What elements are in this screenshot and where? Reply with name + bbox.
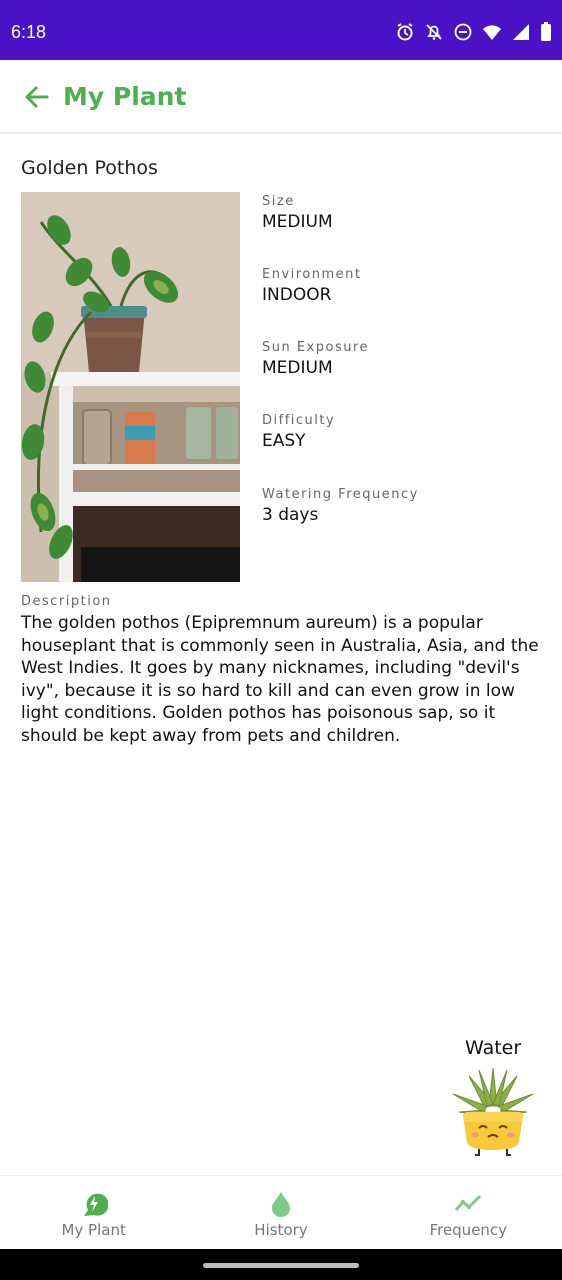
attr-value: EASY (262, 431, 306, 451)
nav-item-frequency[interactable]: Frequency (375, 1176, 562, 1249)
description-label: Description (21, 594, 112, 609)
attr-label: Sun Exposure (262, 340, 370, 355)
nav-item-my-plant[interactable]: My Plant (0, 1176, 187, 1249)
nav-item-history[interactable]: History (187, 1176, 374, 1249)
status-time: 6:18 (11, 22, 47, 42)
status-icons (395, 22, 552, 42)
nav-label: History (254, 1221, 308, 1239)
nav-label: Frequency (429, 1221, 508, 1239)
notifications-off-icon (424, 22, 444, 42)
bottom-navigation: My Plant History Frequency (0, 1175, 562, 1249)
home-gesture-handle[interactable] (203, 1263, 359, 1268)
attr-label: Environment (262, 267, 362, 282)
signal-icon (511, 22, 531, 42)
attr-size: Size MEDIUM (262, 194, 542, 232)
do-not-disturb-icon (453, 22, 473, 42)
alarm-icon (395, 22, 415, 42)
arrow-back-icon (25, 86, 49, 108)
description-text: The golden pothos (Epipremnum aureum) is… (21, 613, 539, 746)
battery-icon (540, 22, 552, 42)
back-button[interactable] (22, 82, 52, 112)
attr-value: MEDIUM (262, 212, 333, 232)
plant-photo (21, 192, 240, 582)
attr-label: Watering Frequency (262, 487, 419, 502)
nav-label: My Plant (61, 1221, 126, 1239)
attr-label: Difficulty (262, 413, 336, 428)
system-gesture-bar (0, 1249, 562, 1280)
status-bar: 6:18 (0, 0, 562, 60)
wifi-icon (482, 22, 502, 42)
attr-value: 3 days (262, 505, 319, 525)
app-bar: My Plant (0, 60, 562, 134)
attr-difficulty: Difficulty EASY (262, 413, 542, 451)
page-title: My Plant (63, 82, 187, 111)
attr-value: MEDIUM (262, 358, 333, 378)
trend-line-icon (454, 1190, 482, 1218)
pineapple-mascot-icon (452, 1067, 534, 1156)
attr-value: INDOOR (262, 285, 332, 305)
water-drop-icon (267, 1190, 295, 1218)
attr-environment: Environment INDOOR (262, 267, 542, 305)
attr-sun-exposure: Sun Exposure MEDIUM (262, 340, 542, 378)
plant-bolt-icon (80, 1190, 109, 1218)
attr-label: Size (262, 194, 295, 209)
water-label: Water (465, 1037, 522, 1059)
plant-name: Golden Pothos (21, 157, 158, 179)
water-button[interactable] (449, 1066, 537, 1158)
attr-watering-frequency: Watering Frequency 3 days (262, 487, 542, 525)
